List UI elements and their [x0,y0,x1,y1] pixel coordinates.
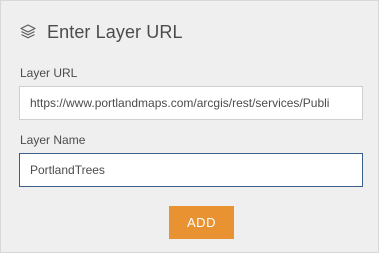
dialog-title: Enter Layer URL [47,21,183,42]
add-button[interactable]: ADD [169,206,234,239]
dialog-header: Enter Layer URL [19,21,183,43]
layer-url-label: Layer URL [20,66,78,80]
layer-name-input[interactable] [19,153,363,187]
add-layer-panel: Enter Layer URL Layer URL Layer Name ADD [0,0,379,253]
layer-name-label: Layer Name [20,133,86,147]
layers-icon [19,23,37,41]
layer-url-input[interactable] [19,86,363,120]
